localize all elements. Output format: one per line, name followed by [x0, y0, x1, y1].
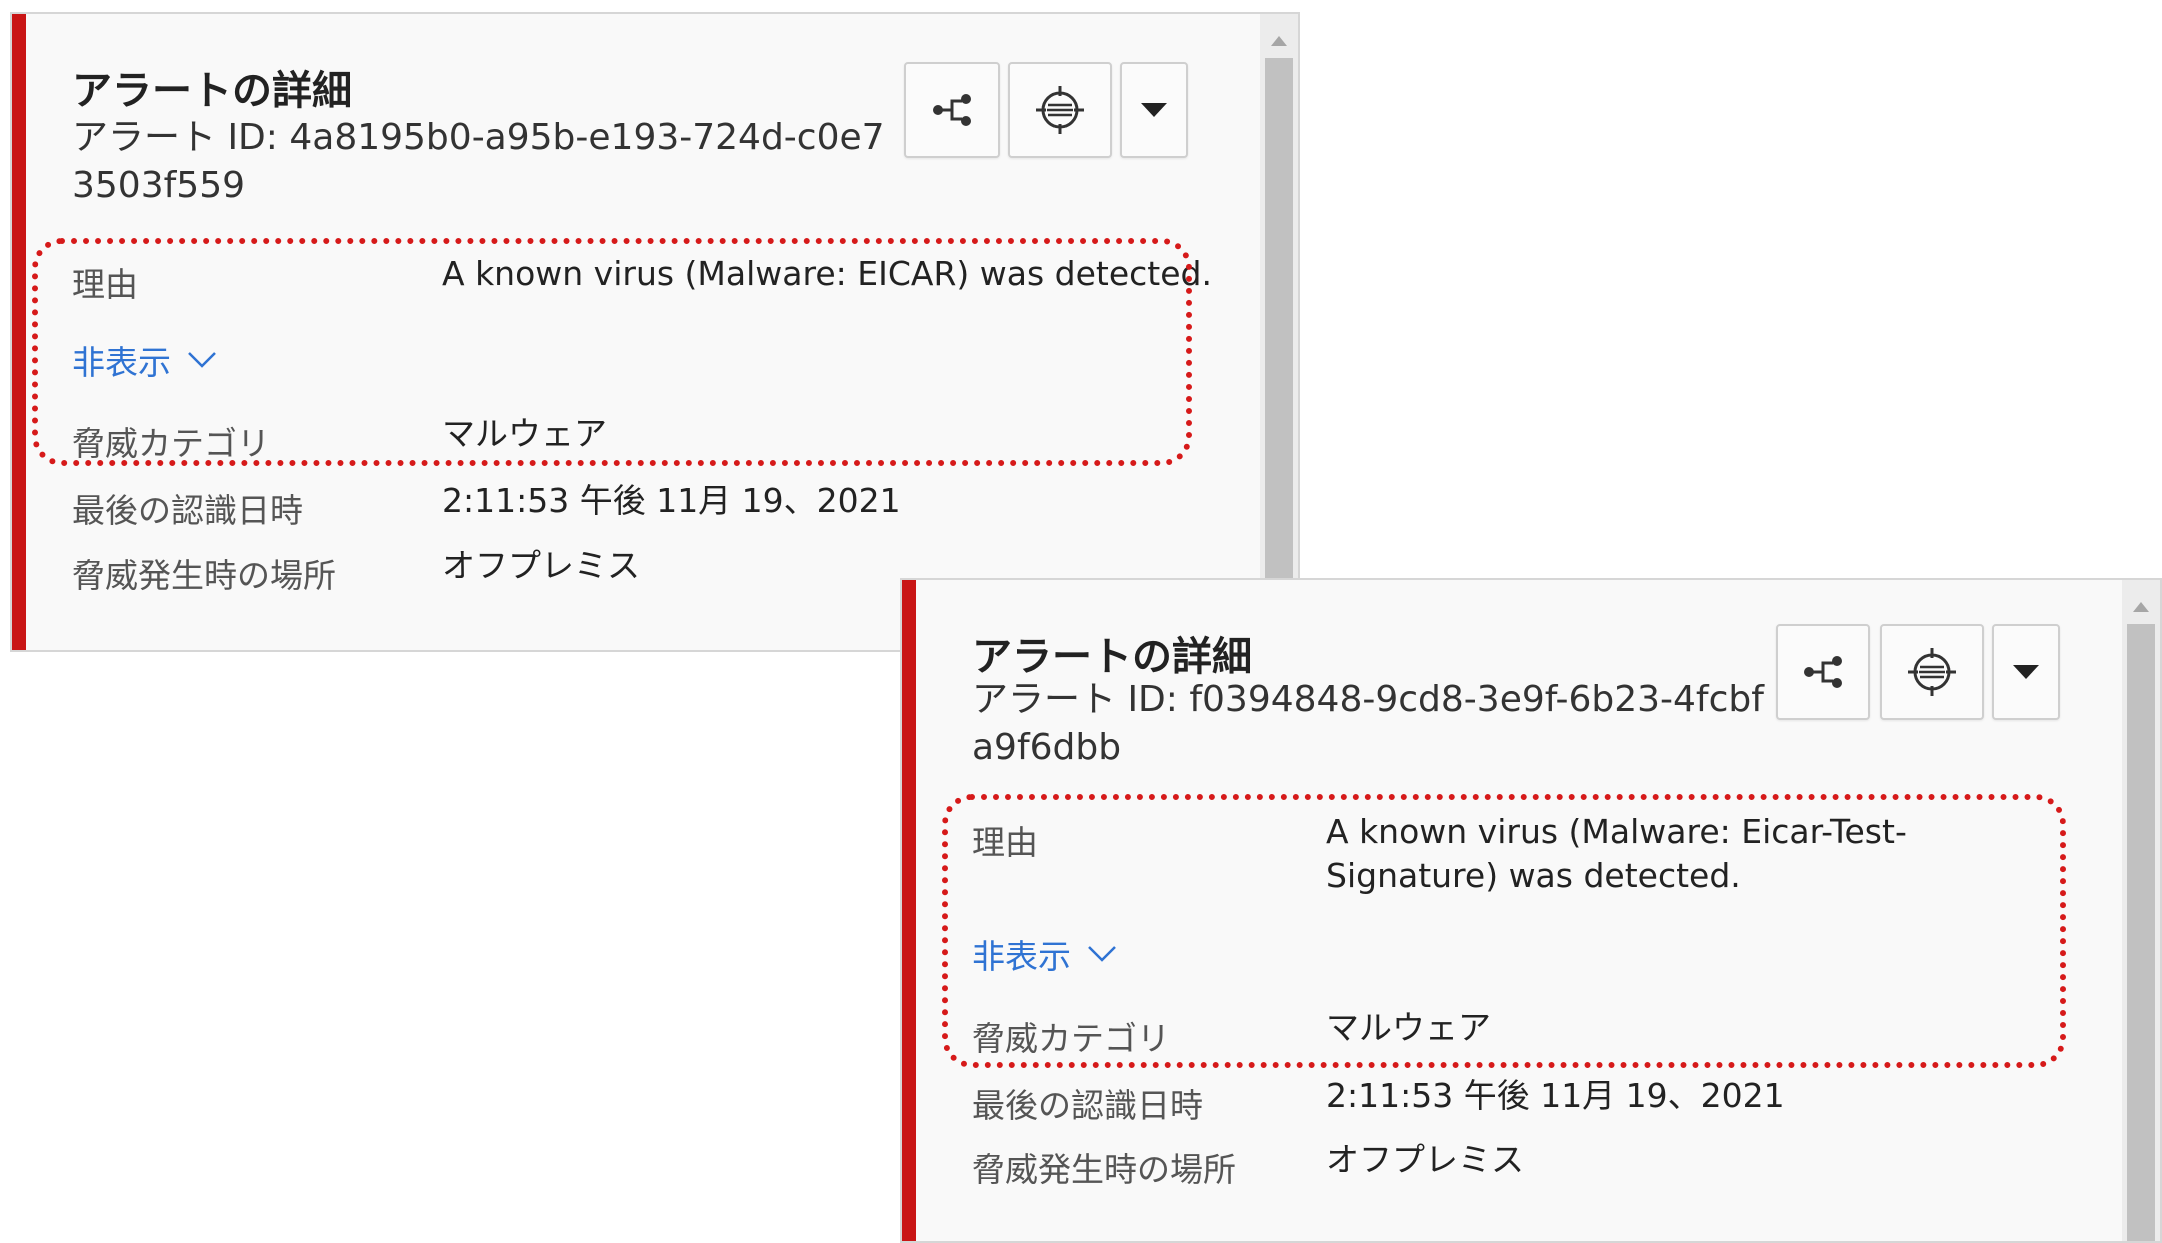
panel-title: アラートの詳細	[72, 68, 352, 114]
share-network-icon	[1804, 656, 1842, 688]
crosshair-globe-icon	[1908, 648, 1956, 696]
scrollbar[interactable]	[2122, 580, 2160, 1241]
threat-location-value: オフプレミス	[442, 546, 640, 585]
threat-location-label: 脅威発生時の場所	[972, 1150, 1236, 1189]
alert-id: アラート ID: f0394848-9cd8-3e9f-6b23-4fcbfa9…	[972, 679, 1764, 768]
last-seen-label: 最後の認識日時	[72, 491, 303, 530]
investigate-button[interactable]	[1008, 62, 1112, 158]
scroll-up-arrow-icon[interactable]	[1271, 36, 1287, 46]
last-seen-value: 2:11:53 午後 11月 19、2021	[1326, 1076, 1785, 1115]
more-actions-dropdown-button[interactable]	[1992, 624, 2060, 720]
scrollbar-thumb[interactable]	[1265, 58, 1293, 650]
severity-accent-bar	[12, 14, 26, 650]
alert-id: アラート ID: 4a8195b0-a95b-e193-724d-c0e7350…	[72, 117, 885, 206]
last-seen-value: 2:11:53 午後 11月 19、2021	[442, 481, 901, 520]
caret-down-icon	[1141, 103, 1167, 117]
severity-accent-bar	[902, 580, 916, 1241]
action-buttons	[904, 62, 1204, 158]
last-seen-label: 最後の認識日時	[972, 1086, 1203, 1125]
panel-title: アラートの詳細	[972, 634, 1252, 680]
reason-category-highlight-1	[32, 238, 1192, 466]
threat-location-label: 脅威発生時の場所	[72, 556, 336, 595]
reason-category-highlight-2	[942, 794, 2066, 1068]
crosshair-globe-icon	[1036, 86, 1084, 134]
scroll-up-arrow-icon[interactable]	[2133, 602, 2149, 612]
threat-location-value: オフプレミス	[1326, 1140, 1524, 1179]
action-buttons	[1776, 624, 2076, 720]
more-actions-dropdown-button[interactable]	[1120, 62, 1188, 158]
scrollbar[interactable]	[1260, 14, 1298, 650]
share-network-icon	[933, 94, 971, 126]
graph-view-button[interactable]	[1776, 624, 1870, 720]
investigate-button[interactable]	[1880, 624, 1984, 720]
caret-down-icon	[2013, 665, 2039, 679]
graph-view-button[interactable]	[904, 62, 1000, 158]
scrollbar-thumb[interactable]	[2127, 624, 2155, 1241]
